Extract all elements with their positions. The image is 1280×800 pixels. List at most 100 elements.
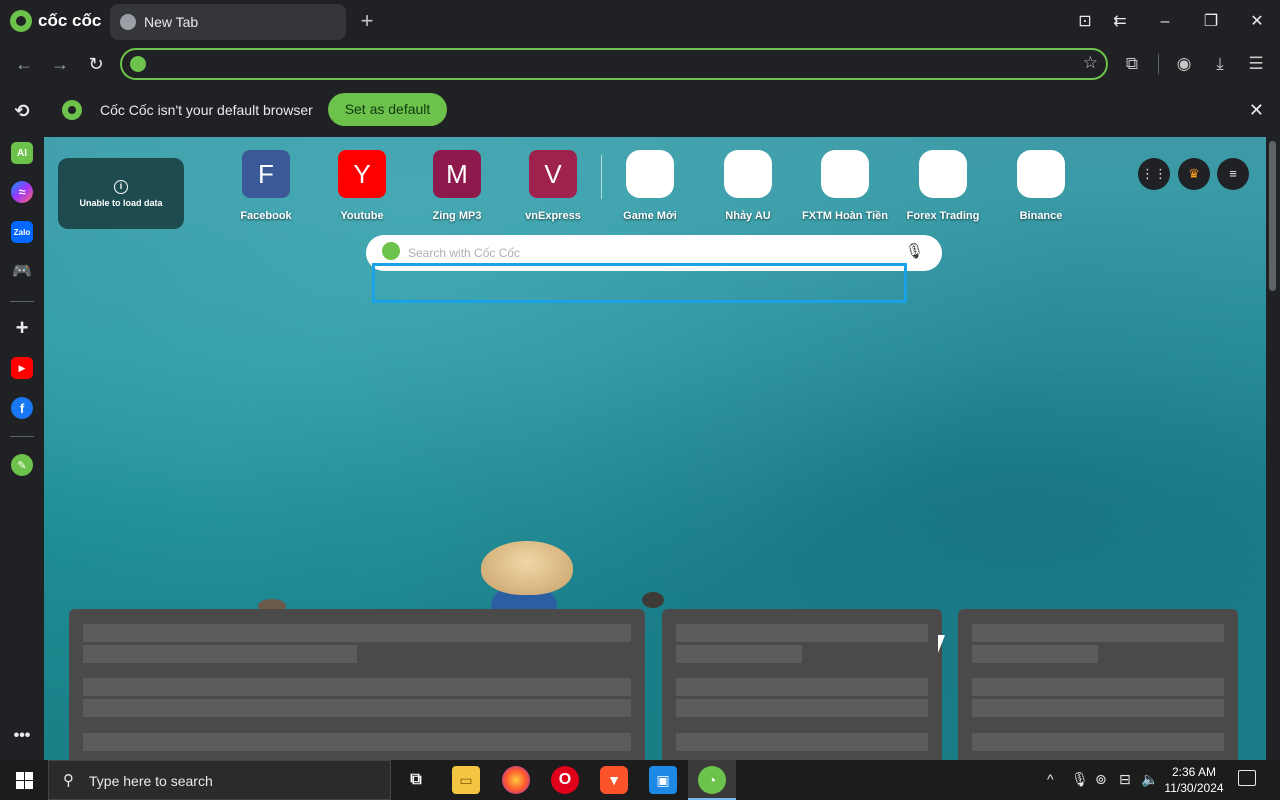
shortcut-label: Game Mới bbox=[623, 210, 677, 222]
shortcut-tile[interactable]: VvnExpress bbox=[505, 150, 601, 230]
opera-icon[interactable]: O bbox=[551, 766, 579, 794]
microphone-icon[interactable]: 🎙 bbox=[905, 242, 924, 260]
firefox-icon[interactable] bbox=[502, 766, 530, 794]
shortcut-tile[interactable]: Game Mới bbox=[602, 150, 698, 230]
taskbar-search[interactable]: ⚲ Type here to search bbox=[48, 760, 391, 800]
shortcut-tile[interactable]: FXTM Hoàn Tiền bbox=[797, 150, 893, 230]
shortcut-label: Forex Trading bbox=[906, 210, 980, 222]
sidebar-divider bbox=[10, 301, 34, 302]
infobar-message: Cốc Cốc isn't your default browser bbox=[100, 102, 313, 118]
sidebar-divider bbox=[10, 436, 34, 437]
profile-icon[interactable]: ◉ bbox=[1172, 52, 1196, 76]
shortcut-tile[interactable]: F Facebook bbox=[218, 150, 314, 230]
taskbar-search-text: Type here to search bbox=[89, 773, 213, 789]
tab-search-icon[interactable]: ⊡ bbox=[1073, 10, 1097, 34]
customize-icon[interactable]: ≡ bbox=[1217, 158, 1249, 190]
youtube-icon[interactable]: ▶ bbox=[11, 357, 33, 379]
tab-favicon-icon bbox=[120, 14, 136, 30]
scrollbar-thumb[interactable] bbox=[1269, 141, 1276, 291]
notes-icon[interactable]: ✎ bbox=[11, 454, 33, 476]
address-bar[interactable]: ☆ bbox=[120, 48, 1108, 80]
task-view-icon[interactable]: ⧉ bbox=[402, 766, 430, 794]
shortcut-label: Nhảy AU bbox=[725, 210, 771, 222]
coccoc-search-icon bbox=[130, 56, 146, 72]
microphone-tray-icon[interactable]: 🎙 bbox=[1071, 771, 1089, 788]
shortcut-label: Facebook bbox=[240, 210, 292, 222]
set-as-default-button[interactable]: Set as default bbox=[328, 93, 447, 126]
clock-time: 2:36 AM bbox=[1171, 765, 1217, 779]
more-icon[interactable]: ••• bbox=[11, 725, 33, 747]
new-tab-button[interactable]: + bbox=[356, 10, 378, 32]
back-button[interactable]: ← bbox=[12, 52, 36, 76]
unable-to-load-widget: i Unable to load data bbox=[58, 158, 184, 229]
tab-new-tab[interactable]: New Tab bbox=[110, 4, 346, 40]
shortcut-label: vnExpress bbox=[525, 210, 581, 222]
shortcut-tile-icon: V bbox=[529, 150, 577, 198]
shortcut-tile[interactable]: Y Youtube bbox=[314, 150, 410, 230]
shortcut-divider bbox=[601, 155, 602, 199]
start-button[interactable] bbox=[0, 760, 48, 800]
info-icon: i bbox=[114, 180, 128, 194]
coccoc-taskbar-icon[interactable]: ◔ bbox=[698, 766, 726, 794]
taskbar-clock[interactable]: 2:36 AM 11/30/2024 bbox=[1156, 764, 1232, 796]
restore-button[interactable]: ❐ bbox=[1199, 10, 1223, 34]
background-hat bbox=[481, 541, 573, 595]
news-card[interactable] bbox=[662, 609, 942, 760]
notification-icon[interactable] bbox=[1238, 770, 1256, 786]
forward-button[interactable]: → bbox=[48, 52, 72, 76]
shortcut-label: FXTM Hoàn Tiền bbox=[802, 210, 888, 222]
search-icon: ⚲ bbox=[63, 772, 74, 789]
show-hidden-icons[interactable]: ^ bbox=[1047, 771, 1054, 787]
ai-assistant-icon[interactable]: AI bbox=[11, 142, 33, 164]
search-input[interactable] bbox=[408, 243, 888, 263]
network-tray-icon[interactable]: ⊟ bbox=[1119, 771, 1131, 788]
tab-title: New Tab bbox=[144, 14, 199, 30]
minimize-button[interactable]: – bbox=[1153, 10, 1177, 34]
extensions-icon[interactable]: ⧉ bbox=[1120, 52, 1144, 76]
shortcut-tile-icon bbox=[821, 150, 869, 198]
focus-highlight bbox=[372, 263, 907, 303]
facebook-icon[interactable]: f bbox=[11, 397, 33, 419]
game-controller-icon[interactable]: 🎮 bbox=[11, 260, 33, 282]
add-sidebar-item-icon[interactable]: + bbox=[11, 315, 33, 340]
coccoc-logo-icon bbox=[62, 100, 82, 120]
news-card[interactable] bbox=[958, 609, 1238, 760]
close-infobar-icon[interactable]: ✕ bbox=[1249, 100, 1264, 121]
shortcut-tile-icon bbox=[919, 150, 967, 198]
shortcut-tile-icon bbox=[724, 150, 772, 198]
download-icon[interactable]: ⤓ bbox=[1208, 52, 1232, 76]
shortcut-tile[interactable]: Nhảy AU bbox=[700, 150, 796, 230]
toolbar: ← → ↻ ☆ ⧉ ◉ ⤓ ☰ bbox=[0, 44, 1280, 84]
brand-name: cốc cốc bbox=[38, 11, 102, 30]
clock-date: 11/30/2024 bbox=[1164, 781, 1224, 795]
shortcut-tile[interactable]: Forex Trading bbox=[895, 150, 991, 230]
title-bar: cốc cốc New Tab + ⊡ ⇇ – ❐ ✕ bbox=[0, 0, 1280, 44]
remote-desktop-icon[interactable]: ▣ bbox=[649, 766, 677, 794]
close-window-button[interactable]: ✕ bbox=[1245, 10, 1269, 34]
page-scrollbar[interactable] bbox=[1266, 137, 1280, 760]
toolbar-divider bbox=[1158, 54, 1159, 74]
shortcut-tile[interactable]: Binance bbox=[993, 150, 1089, 230]
messenger-icon[interactable]: ≈ bbox=[11, 181, 33, 203]
reload-button[interactable]: ↻ bbox=[84, 52, 108, 76]
zalo-icon[interactable]: Zalo bbox=[11, 221, 33, 243]
windows-taskbar: ⚲ Type here to search ⧉ ▭ O ▼ ▣ ◔ ^ 🎙 ⊚ … bbox=[0, 760, 1280, 800]
apps-grid-icon[interactable]: ⋮⋮ bbox=[1138, 158, 1170, 190]
browser-brand[interactable]: cốc cốc bbox=[10, 10, 101, 32]
shortcut-label: Binance bbox=[1019, 210, 1063, 222]
history-icon[interactable]: ⟲ bbox=[11, 100, 33, 122]
address-input[interactable] bbox=[152, 54, 1052, 74]
bookmark-star-icon[interactable]: ☆ bbox=[1083, 53, 1098, 73]
coccoc-logo-icon bbox=[10, 10, 32, 32]
menu-icon[interactable]: ☰ bbox=[1244, 52, 1268, 76]
premium-crown-icon[interactable]: ♛ bbox=[1178, 158, 1210, 190]
mouse-cursor bbox=[938, 635, 945, 653]
shortcut-tile-icon bbox=[1017, 150, 1065, 198]
back-tabs-icon[interactable]: ⇇ bbox=[1108, 10, 1132, 34]
shortcut-tile-icon: Y bbox=[338, 150, 386, 198]
brave-icon[interactable]: ▼ bbox=[600, 766, 628, 794]
location-tray-icon[interactable]: ⊚ bbox=[1095, 771, 1107, 788]
news-card[interactable] bbox=[69, 609, 645, 760]
file-explorer-icon[interactable]: ▭ bbox=[452, 766, 480, 794]
shortcut-tile[interactable]: M Zing MP3 bbox=[409, 150, 505, 230]
